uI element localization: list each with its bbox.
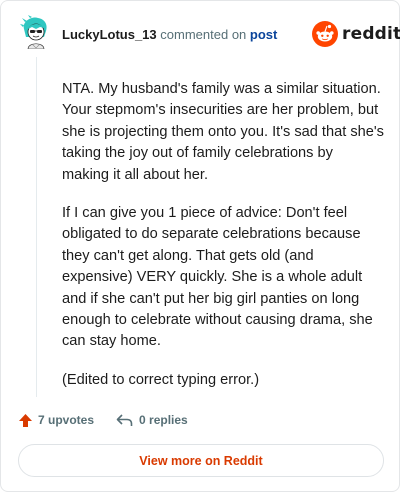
commented-on-text: commented on: [160, 27, 247, 42]
reply-count: 0 replies: [139, 413, 188, 427]
comment-actions: 7 upvotes 0 replies: [18, 410, 188, 430]
reply-arrow-icon: [116, 414, 133, 426]
reddit-wordmark: reddit: [342, 24, 400, 44]
upvote-count: 7 upvotes: [38, 413, 95, 427]
comment-paragraph: If I can give you 1 piece of advice: Don…: [62, 205, 373, 350]
reddit-logo[interactable]: reddit: [312, 21, 400, 47]
post-link[interactable]: post: [250, 27, 277, 42]
view-more-button[interactable]: View more on Reddit: [18, 444, 384, 477]
replies-button[interactable]: 0 replies: [116, 413, 188, 427]
comment-body: NTA. My husband's family was a similar s…: [62, 79, 384, 408]
upvote-button[interactable]: 7 upvotes: [18, 413, 94, 428]
comment-paragraph: NTA. My husband's family was a similar s…: [62, 81, 384, 183]
reddit-snoo-icon: [312, 21, 338, 47]
avatar-icon: [20, 15, 47, 50]
comment-paragraph: (Edited to correct typing error.): [62, 371, 260, 388]
upvote-arrow-icon: [19, 413, 32, 427]
comment-header: LuckyLotus_13 commented on post: [62, 27, 277, 42]
embedded-comment-card: LuckyLotus_13 commented on post reddit N…: [0, 0, 400, 492]
user-avatar[interactable]: [18, 15, 52, 50]
username-link[interactable]: LuckyLotus_13: [62, 27, 157, 42]
thread-line: [36, 57, 37, 397]
